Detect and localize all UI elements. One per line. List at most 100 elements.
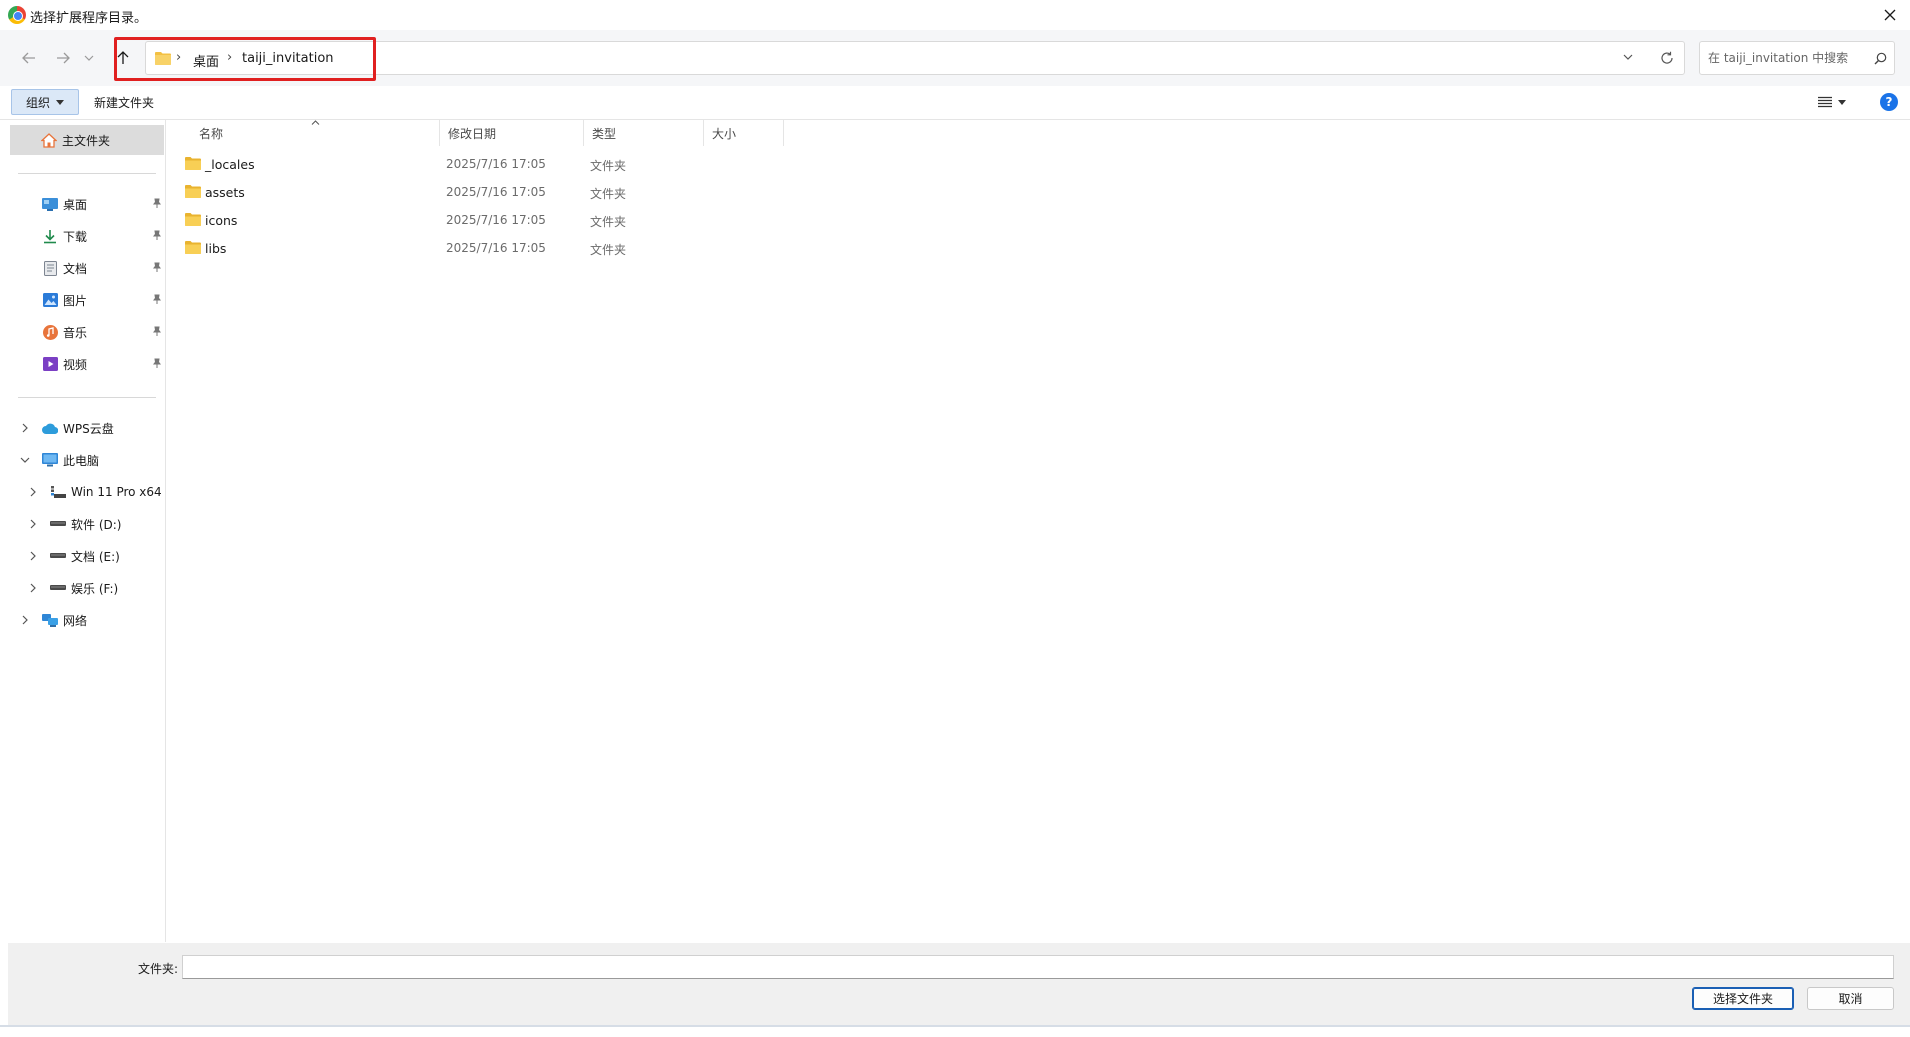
sidebar-item-videos[interactable]: 视频 [42, 350, 162, 378]
file-name: libs [205, 241, 227, 256]
sidebar-item-pictures[interactable]: 图片 [42, 286, 162, 314]
home-icon [41, 132, 57, 148]
drive-icon [50, 580, 66, 596]
sidebar-item-label: 主文件夹 [62, 133, 111, 148]
dialog-footer: 文件夹: 选择文件夹 取消 [8, 943, 1910, 1025]
sidebar-item-label: WPS云盘 [63, 421, 114, 436]
new-folder-button[interactable]: 新建文件夹 [88, 89, 160, 115]
forward-button[interactable] [50, 44, 76, 72]
address-history-button[interactable] [1623, 54, 1633, 60]
search-input[interactable] [1708, 48, 1868, 68]
expand-drive-button[interactable] [27, 486, 39, 498]
file-row[interactable]: icons 2025/7/16 17:05 文件夹 [179, 209, 799, 233]
picture-icon [42, 292, 58, 308]
file-name: _locales [205, 157, 255, 172]
chevron-right-icon [30, 551, 36, 561]
file-date: 2025/7/16 17:05 [446, 157, 546, 171]
file-type: 文件夹 [590, 159, 627, 173]
sidebar-item-music[interactable]: 音乐 [42, 318, 162, 346]
sidebar-item-drive-e[interactable]: 文档 (E:) [50, 542, 166, 570]
column-header-label: 类型 [592, 126, 617, 141]
file-type: 文件夹 [590, 187, 627, 201]
sidebar-divider [18, 397, 156, 398]
title-bar: 选择扩展程序目录。 [0, 0, 1910, 30]
chrome-icon [8, 6, 26, 24]
sidebar-item-home[interactable]: 主文件夹 [10, 125, 164, 155]
expand-drive-button[interactable] [27, 550, 39, 562]
chevron-right-icon [22, 423, 28, 433]
chevron-right-icon [22, 615, 28, 625]
file-row[interactable]: _locales 2025/7/16 17:05 文件夹 [179, 153, 799, 177]
sidebar-item-wps-cloud[interactable]: WPS云盘 [42, 414, 162, 442]
sidebar-item-network[interactable]: 网络 [42, 606, 162, 634]
sidebar-item-drive-d[interactable]: 软件 (D:) [50, 510, 166, 538]
expand-network-button[interactable] [19, 614, 31, 626]
sidebar-item-win11-share[interactable]: Win 11 Pro x64 [50, 478, 166, 506]
select-folder-button[interactable]: 选择文件夹 [1692, 987, 1794, 1010]
expand-drive-button[interactable] [27, 582, 39, 594]
network-drive-icon [50, 484, 66, 500]
drive-icon [50, 516, 66, 532]
sidebar-item-label: 桌面 [63, 197, 88, 212]
sidebar-item-label: 视频 [63, 357, 88, 372]
sidebar-item-desktop[interactable]: 桌面 [42, 190, 162, 218]
desktop-icon [42, 196, 58, 212]
dropdown-arrow-icon [56, 99, 64, 105]
file-date: 2025/7/16 17:05 [446, 185, 546, 199]
toolbar: 组织 新建文件夹 ? [0, 86, 1910, 120]
cloud-icon [42, 420, 58, 436]
file-date: 2025/7/16 17:05 [446, 241, 546, 255]
close-icon [1884, 9, 1896, 21]
sidebar-item-label: 娱乐 (F:) [71, 581, 119, 596]
column-header-label: 大小 [712, 126, 737, 141]
column-header-size[interactable]: 大小 [704, 120, 784, 146]
folder-name-input[interactable] [182, 955, 1894, 979]
pin-icon [153, 262, 161, 272]
sidebar-item-label: 文档 [63, 261, 88, 276]
column-header-type[interactable]: 类型 [584, 120, 704, 146]
sidebar-item-label: Win 11 Pro x64 [71, 485, 162, 499]
close-button[interactable] [1870, 0, 1910, 30]
pin-icon [153, 326, 161, 336]
sidebar-item-label: 图片 [63, 293, 88, 308]
list-view-icon [1818, 96, 1832, 108]
sidebar-item-this-pc[interactable]: 此电脑 [42, 446, 162, 474]
sidebar-item-drive-f[interactable]: 娱乐 (F:) [50, 574, 166, 602]
sidebar-item-label: 文档 (E:) [71, 549, 120, 564]
view-options-button[interactable] [1812, 90, 1852, 114]
folder-icon [185, 213, 201, 226]
document-icon [42, 260, 58, 276]
sidebar-item-label: 网络 [63, 613, 88, 628]
expand-wps-button[interactable] [19, 422, 31, 434]
back-button[interactable] [16, 44, 42, 72]
drive-icon [50, 548, 66, 564]
search-icon [1874, 52, 1887, 65]
collapse-this-pc-button[interactable] [19, 454, 31, 466]
file-date: 2025/7/16 17:05 [446, 213, 546, 227]
arrow-right-icon [57, 52, 70, 64]
sidebar-divider [18, 173, 156, 174]
expand-drive-button[interactable] [27, 518, 39, 530]
music-icon [42, 324, 58, 340]
sidebar-item-downloads[interactable]: 下载 [42, 222, 162, 250]
address-bar[interactable]: › 桌面 › taiji_invitation [145, 41, 1685, 75]
refresh-button[interactable] [1660, 51, 1674, 65]
cancel-button[interactable]: 取消 [1807, 987, 1894, 1010]
file-list: 名称 修改日期 类型 大小 _locales 2025/7/16 17:05 文… [167, 120, 1910, 942]
column-header-date[interactable]: 修改日期 [440, 120, 584, 146]
search-box[interactable] [1699, 41, 1895, 75]
file-row[interactable]: libs 2025/7/16 17:05 文件夹 [179, 237, 799, 261]
sort-ascending-icon [311, 120, 320, 125]
file-row[interactable]: assets 2025/7/16 17:05 文件夹 [179, 181, 799, 205]
sidebar-item-documents[interactable]: 文档 [42, 254, 162, 282]
chevron-down-icon [1623, 54, 1633, 60]
recent-locations-button[interactable] [80, 44, 98, 72]
folder-field-label: 文件夹: [138, 962, 179, 976]
pin-icon [153, 198, 161, 208]
navigation-pane: 主文件夹 桌面 下载 文档 图片 音乐 视频 WPS云盘 此电脑 Win 11 … [0, 120, 166, 942]
chevron-down-icon [84, 55, 94, 61]
organize-button[interactable]: 组织 [11, 89, 79, 115]
arrow-left-icon [22, 52, 35, 64]
sidebar-item-label: 此电脑 [63, 453, 100, 468]
help-button[interactable]: ? [1880, 93, 1898, 111]
